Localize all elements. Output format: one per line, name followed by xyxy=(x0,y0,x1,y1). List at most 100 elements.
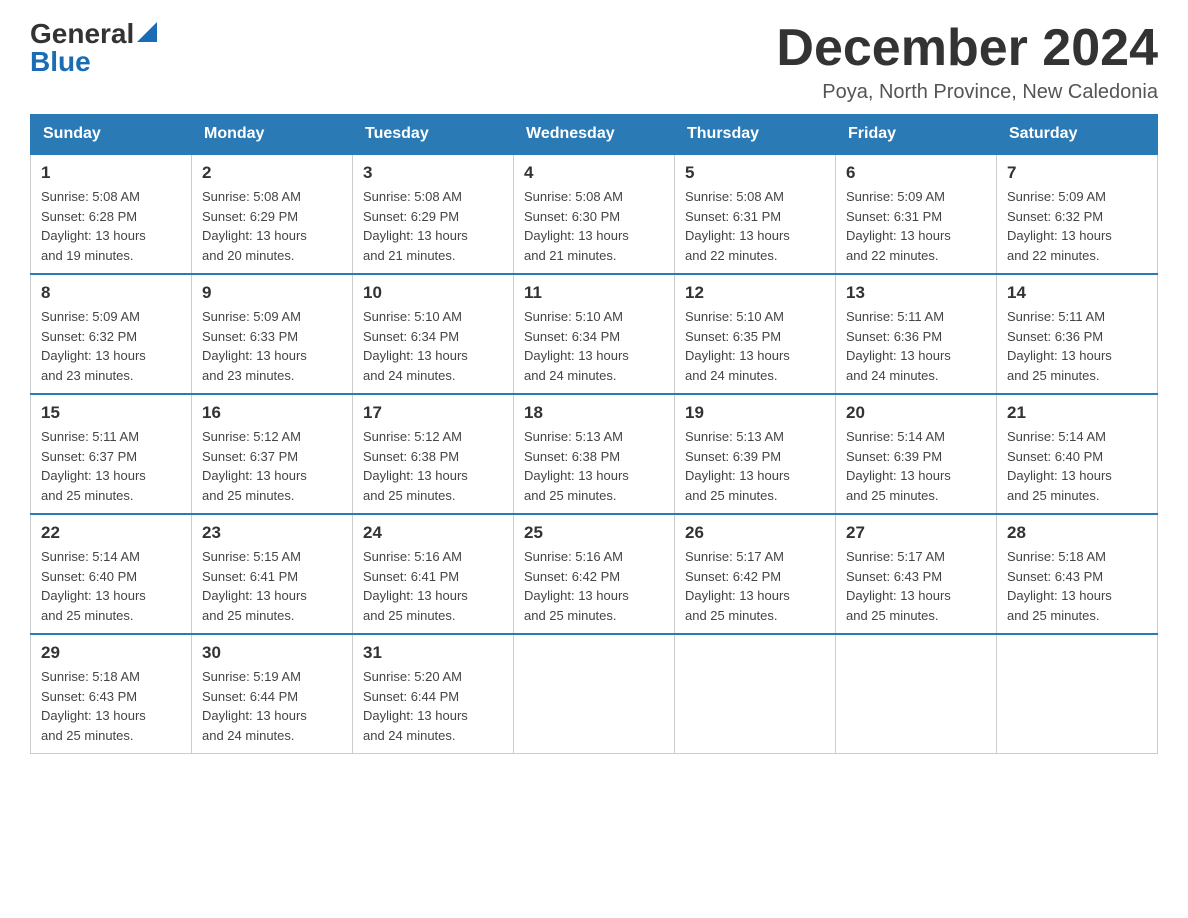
day-info: Sunrise: 5:13 AM Sunset: 6:38 PM Dayligh… xyxy=(524,427,664,505)
day-number: 18 xyxy=(524,403,664,423)
day-number: 5 xyxy=(685,163,825,183)
calendar-cell xyxy=(675,634,836,754)
column-header-thursday: Thursday xyxy=(675,115,836,155)
day-number: 17 xyxy=(363,403,503,423)
day-info: Sunrise: 5:17 AM Sunset: 6:43 PM Dayligh… xyxy=(846,547,986,625)
day-number: 15 xyxy=(41,403,181,423)
day-number: 31 xyxy=(363,643,503,663)
day-info: Sunrise: 5:17 AM Sunset: 6:42 PM Dayligh… xyxy=(685,547,825,625)
day-number: 27 xyxy=(846,523,986,543)
calendar-cell: 9 Sunrise: 5:09 AM Sunset: 6:33 PM Dayli… xyxy=(192,274,353,394)
calendar-cell: 2 Sunrise: 5:08 AM Sunset: 6:29 PM Dayli… xyxy=(192,154,353,274)
calendar-cell: 25 Sunrise: 5:16 AM Sunset: 6:42 PM Dayl… xyxy=(514,514,675,634)
calendar-week-row: 8 Sunrise: 5:09 AM Sunset: 6:32 PM Dayli… xyxy=(31,274,1158,394)
day-info: Sunrise: 5:18 AM Sunset: 6:43 PM Dayligh… xyxy=(41,667,181,745)
day-number: 3 xyxy=(363,163,503,183)
column-header-tuesday: Tuesday xyxy=(353,115,514,155)
day-info: Sunrise: 5:11 AM Sunset: 6:37 PM Dayligh… xyxy=(41,427,181,505)
calendar-cell: 21 Sunrise: 5:14 AM Sunset: 6:40 PM Dayl… xyxy=(997,394,1158,514)
day-number: 9 xyxy=(202,283,342,303)
title-block: December 2024 Poya, North Province, New … xyxy=(776,20,1158,104)
calendar-cell: 30 Sunrise: 5:19 AM Sunset: 6:44 PM Dayl… xyxy=(192,634,353,754)
calendar-cell: 27 Sunrise: 5:17 AM Sunset: 6:43 PM Dayl… xyxy=(836,514,997,634)
day-info: Sunrise: 5:11 AM Sunset: 6:36 PM Dayligh… xyxy=(1007,307,1147,385)
day-info: Sunrise: 5:19 AM Sunset: 6:44 PM Dayligh… xyxy=(202,667,342,745)
day-info: Sunrise: 5:20 AM Sunset: 6:44 PM Dayligh… xyxy=(363,667,503,745)
calendar-week-row: 15 Sunrise: 5:11 AM Sunset: 6:37 PM Dayl… xyxy=(31,394,1158,514)
day-number: 24 xyxy=(363,523,503,543)
column-header-sunday: Sunday xyxy=(31,115,192,155)
day-number: 29 xyxy=(41,643,181,663)
day-number: 14 xyxy=(1007,283,1147,303)
day-info: Sunrise: 5:12 AM Sunset: 6:38 PM Dayligh… xyxy=(363,427,503,505)
calendar-cell xyxy=(514,634,675,754)
calendar-header-row: SundayMondayTuesdayWednesdayThursdayFrid… xyxy=(31,115,1158,155)
day-number: 19 xyxy=(685,403,825,423)
day-number: 23 xyxy=(202,523,342,543)
calendar-cell: 22 Sunrise: 5:14 AM Sunset: 6:40 PM Dayl… xyxy=(31,514,192,634)
logo: General Blue xyxy=(30,20,157,76)
calendar-cell: 19 Sunrise: 5:13 AM Sunset: 6:39 PM Dayl… xyxy=(675,394,836,514)
calendar-cell: 10 Sunrise: 5:10 AM Sunset: 6:34 PM Dayl… xyxy=(353,274,514,394)
logo-general: General xyxy=(30,20,134,48)
day-info: Sunrise: 5:08 AM Sunset: 6:29 PM Dayligh… xyxy=(202,187,342,265)
column-header-saturday: Saturday xyxy=(997,115,1158,155)
calendar-cell: 18 Sunrise: 5:13 AM Sunset: 6:38 PM Dayl… xyxy=(514,394,675,514)
day-number: 8 xyxy=(41,283,181,303)
day-info: Sunrise: 5:10 AM Sunset: 6:35 PM Dayligh… xyxy=(685,307,825,385)
calendar-cell: 28 Sunrise: 5:18 AM Sunset: 6:43 PM Dayl… xyxy=(997,514,1158,634)
day-number: 16 xyxy=(202,403,342,423)
calendar-cell: 31 Sunrise: 5:20 AM Sunset: 6:44 PM Dayl… xyxy=(353,634,514,754)
day-info: Sunrise: 5:14 AM Sunset: 6:39 PM Dayligh… xyxy=(846,427,986,505)
day-info: Sunrise: 5:09 AM Sunset: 6:32 PM Dayligh… xyxy=(1007,187,1147,265)
day-info: Sunrise: 5:14 AM Sunset: 6:40 PM Dayligh… xyxy=(1007,427,1147,505)
day-info: Sunrise: 5:16 AM Sunset: 6:41 PM Dayligh… xyxy=(363,547,503,625)
column-header-wednesday: Wednesday xyxy=(514,115,675,155)
day-number: 30 xyxy=(202,643,342,663)
calendar-cell: 8 Sunrise: 5:09 AM Sunset: 6:32 PM Dayli… xyxy=(31,274,192,394)
day-info: Sunrise: 5:08 AM Sunset: 6:28 PM Dayligh… xyxy=(41,187,181,265)
day-number: 10 xyxy=(363,283,503,303)
calendar-cell: 5 Sunrise: 5:08 AM Sunset: 6:31 PM Dayli… xyxy=(675,154,836,274)
calendar-week-row: 1 Sunrise: 5:08 AM Sunset: 6:28 PM Dayli… xyxy=(31,154,1158,274)
day-number: 6 xyxy=(846,163,986,183)
calendar-cell: 14 Sunrise: 5:11 AM Sunset: 6:36 PM Dayl… xyxy=(997,274,1158,394)
day-number: 20 xyxy=(846,403,986,423)
calendar-cell: 17 Sunrise: 5:12 AM Sunset: 6:38 PM Dayl… xyxy=(353,394,514,514)
day-number: 4 xyxy=(524,163,664,183)
day-info: Sunrise: 5:09 AM Sunset: 6:31 PM Dayligh… xyxy=(846,187,986,265)
column-header-friday: Friday xyxy=(836,115,997,155)
calendar-cell: 20 Sunrise: 5:14 AM Sunset: 6:39 PM Dayl… xyxy=(836,394,997,514)
page-header: General Blue December 2024 Poya, North P… xyxy=(30,20,1158,104)
day-number: 22 xyxy=(41,523,181,543)
day-info: Sunrise: 5:13 AM Sunset: 6:39 PM Dayligh… xyxy=(685,427,825,505)
calendar-cell: 24 Sunrise: 5:16 AM Sunset: 6:41 PM Dayl… xyxy=(353,514,514,634)
day-number: 1 xyxy=(41,163,181,183)
day-number: 7 xyxy=(1007,163,1147,183)
day-number: 25 xyxy=(524,523,664,543)
calendar-cell: 1 Sunrise: 5:08 AM Sunset: 6:28 PM Dayli… xyxy=(31,154,192,274)
calendar-cell: 16 Sunrise: 5:12 AM Sunset: 6:37 PM Dayl… xyxy=(192,394,353,514)
calendar-cell xyxy=(997,634,1158,754)
column-header-monday: Monday xyxy=(192,115,353,155)
calendar-cell: 3 Sunrise: 5:08 AM Sunset: 6:29 PM Dayli… xyxy=(353,154,514,274)
day-info: Sunrise: 5:11 AM Sunset: 6:36 PM Dayligh… xyxy=(846,307,986,385)
day-number: 26 xyxy=(685,523,825,543)
day-info: Sunrise: 5:08 AM Sunset: 6:30 PM Dayligh… xyxy=(524,187,664,265)
calendar-cell: 6 Sunrise: 5:09 AM Sunset: 6:31 PM Dayli… xyxy=(836,154,997,274)
calendar-cell: 12 Sunrise: 5:10 AM Sunset: 6:35 PM Dayl… xyxy=(675,274,836,394)
day-info: Sunrise: 5:10 AM Sunset: 6:34 PM Dayligh… xyxy=(363,307,503,385)
day-number: 13 xyxy=(846,283,986,303)
day-info: Sunrise: 5:09 AM Sunset: 6:33 PM Dayligh… xyxy=(202,307,342,385)
calendar-cell: 15 Sunrise: 5:11 AM Sunset: 6:37 PM Dayl… xyxy=(31,394,192,514)
day-info: Sunrise: 5:09 AM Sunset: 6:32 PM Dayligh… xyxy=(41,307,181,385)
day-info: Sunrise: 5:08 AM Sunset: 6:31 PM Dayligh… xyxy=(685,187,825,265)
calendar-cell: 11 Sunrise: 5:10 AM Sunset: 6:34 PM Dayl… xyxy=(514,274,675,394)
calendar-week-row: 22 Sunrise: 5:14 AM Sunset: 6:40 PM Dayl… xyxy=(31,514,1158,634)
day-number: 11 xyxy=(524,283,664,303)
calendar-cell: 29 Sunrise: 5:18 AM Sunset: 6:43 PM Dayl… xyxy=(31,634,192,754)
day-info: Sunrise: 5:14 AM Sunset: 6:40 PM Dayligh… xyxy=(41,547,181,625)
day-number: 2 xyxy=(202,163,342,183)
calendar-cell: 7 Sunrise: 5:09 AM Sunset: 6:32 PM Dayli… xyxy=(997,154,1158,274)
day-info: Sunrise: 5:15 AM Sunset: 6:41 PM Dayligh… xyxy=(202,547,342,625)
